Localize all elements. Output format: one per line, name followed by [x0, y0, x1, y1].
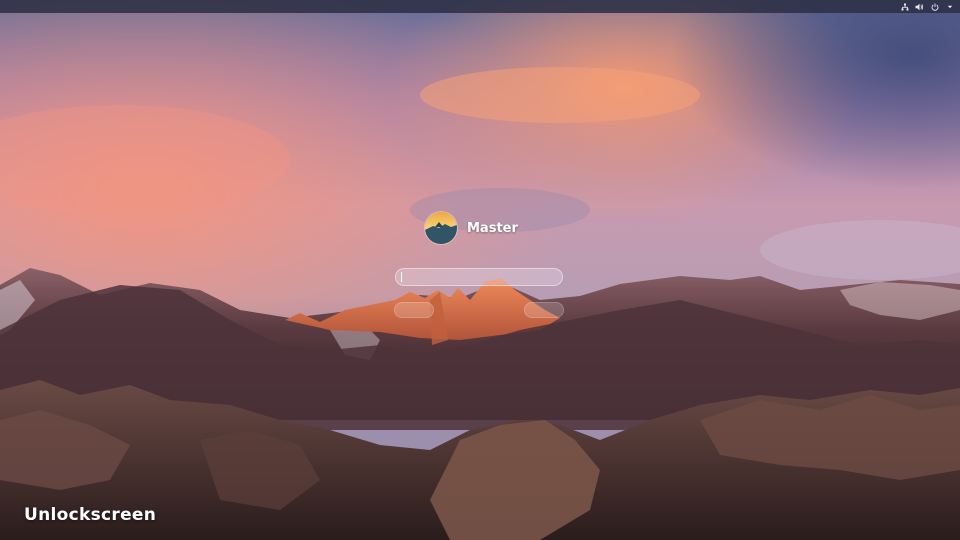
power-icon[interactable]: [930, 2, 939, 11]
user-row[interactable]: Master: [425, 212, 518, 244]
password-input[interactable]: [395, 268, 563, 286]
username-label: Master: [467, 220, 518, 236]
avatar[interactable]: [425, 212, 457, 244]
right-action-button[interactable]: [524, 302, 564, 318]
volume-icon[interactable]: [915, 2, 924, 11]
top-panel: [0, 0, 960, 13]
network-icon[interactable]: [900, 2, 909, 11]
screen-label: Unlockscreen: [24, 505, 157, 525]
system-tray: [900, 0, 954, 13]
text-caret: [401, 272, 402, 282]
lock-screen: Master Unlockscreen: [0, 0, 960, 540]
chevron-down-icon[interactable]: [945, 2, 954, 11]
left-action-button[interactable]: [394, 302, 434, 318]
